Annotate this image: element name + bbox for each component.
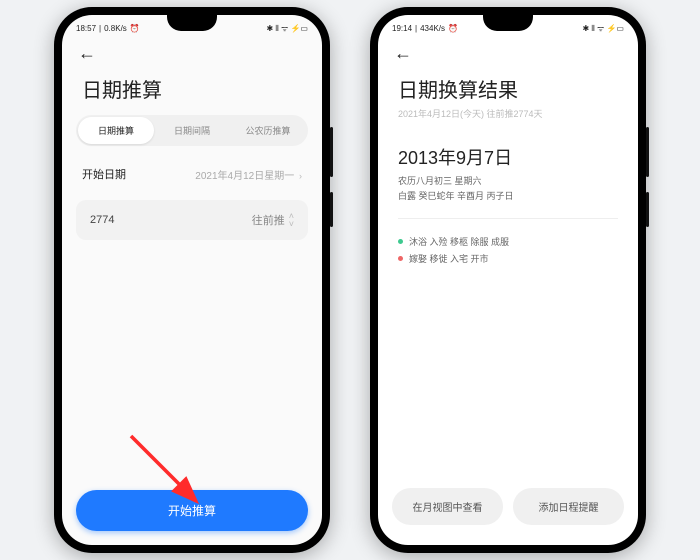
start-date-label: 开始日期	[82, 166, 126, 182]
bottom-actions: 在月视图中查看 添加日程提醒	[392, 488, 624, 525]
stepper-icon[interactable]: ˄˅	[289, 212, 294, 228]
good-activities: 沐浴 入殓 移柩 除服 成服	[378, 233, 638, 250]
phone-left: 18:57 | 0.8K/s ⏰ ✱ ⫴ ᯤ ⚡▭ ← 日期推算 日期推算 日期…	[54, 7, 330, 553]
days-value: 2774	[90, 214, 114, 226]
status-icons: ✱ ⫴ ᯤ ⚡▭	[582, 23, 624, 34]
dot-good-icon	[398, 239, 403, 244]
tab-bar: 日期推算 日期间隔 公农历推算	[76, 115, 308, 146]
start-date-value: 2021年4月12日星期一	[195, 171, 294, 182]
back-button[interactable]: ←	[378, 37, 638, 64]
divider	[398, 218, 618, 219]
page-title: 日期推算	[62, 64, 322, 107]
chevron-right-icon: ›	[299, 171, 302, 181]
status-net: 0.8K/s	[104, 24, 127, 33]
view-month-button[interactable]: 在月视图中查看	[392, 488, 503, 525]
screen-right: 19:14 | 434K/s ⏰ ✱ ⫴ ᯤ ⚡▭ ← 日期换算结果 2021年…	[378, 15, 638, 545]
start-date-row[interactable]: 开始日期 2021年4月12日星期一 ›	[62, 154, 322, 194]
lunar-line-2: 白露 癸巳蛇年 辛酉月 丙子日	[378, 189, 638, 204]
good-text: 沐浴 入殓 移柩 除服 成服	[409, 235, 509, 248]
page-title: 日期换算结果	[378, 64, 638, 107]
status-time: 18:57	[76, 24, 96, 33]
lunar-line-1: 农历八月初三 星期六	[378, 174, 638, 189]
result-date: 2013年9月7日	[378, 130, 638, 174]
notch	[483, 15, 533, 31]
phone-right: 19:14 | 434K/s ⏰ ✱ ⫴ ᯤ ⚡▭ ← 日期换算结果 2021年…	[370, 7, 646, 553]
start-calc-button[interactable]: 开始推算	[76, 490, 308, 531]
tab-date-interval[interactable]: 日期间隔	[154, 117, 230, 144]
add-reminder-button[interactable]: 添加日程提醒	[513, 488, 624, 525]
back-button[interactable]: ←	[62, 37, 322, 64]
status-time: 19:14	[392, 24, 412, 33]
days-input[interactable]: 2774 往前推 ˄˅	[76, 200, 308, 240]
status-icons: ✱ ⫴ ᯤ ⚡▭	[266, 23, 308, 34]
bad-text: 嫁娶 移徙 入宅 开市	[409, 252, 489, 265]
alarm-icon: ⏰	[130, 24, 140, 33]
status-net: 434K/s	[420, 24, 445, 33]
dot-bad-icon	[398, 256, 403, 261]
tab-date-calc[interactable]: 日期推算	[78, 117, 154, 144]
alarm-icon: ⏰	[448, 24, 458, 33]
tab-lunar-calc[interactable]: 公农历推算	[230, 117, 306, 144]
page-subtitle: 2021年4月12日(今天) 往前推2774天	[378, 107, 638, 130]
screen-left: 18:57 | 0.8K/s ⏰ ✱ ⫴ ᯤ ⚡▭ ← 日期推算 日期推算 日期…	[62, 15, 322, 545]
days-unit: 往前推	[252, 212, 285, 228]
bad-activities: 嫁娶 移徙 入宅 开市	[378, 250, 638, 267]
notch	[167, 15, 217, 31]
